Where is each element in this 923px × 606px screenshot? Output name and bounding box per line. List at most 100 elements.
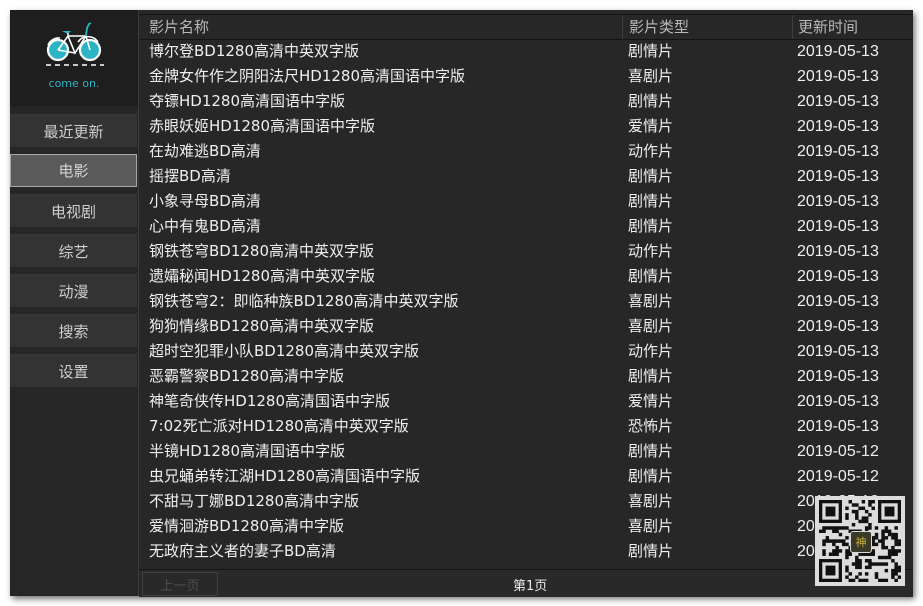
logo: come on. <box>10 10 138 106</box>
cell-name: 在劫难逃BD高清 <box>149 142 261 160</box>
table-row[interactable]: 虫兄蛹弟转江湖HD1280高清国语中字版 剧情片 2019-05-12 <box>139 464 913 489</box>
cell-type: 动作片 <box>628 242 674 260</box>
table-row[interactable]: 神笔奇侠传HD1280高清国语中字版 爱情片 2019-05-13 <box>139 389 913 414</box>
table-row[interactable]: 7:02死亡派对HD1280高清中英双字版 恐怖片 2019-05-13 <box>139 414 913 439</box>
page-indicator: 第1页 <box>513 579 548 594</box>
cell-type: 喜剧片 <box>628 492 674 510</box>
table-body: 博尔登BD1280高清中英双字版 剧情片 2019-05-13 金牌女仵作之阴阳法尺H… <box>139 39 913 564</box>
cell-name: 小象寻母BD高清 <box>149 192 261 210</box>
table-row[interactable]: 博尔登BD1280高清中英双字版 剧情片 2019-05-13 <box>139 39 913 64</box>
pager: 上一页 第1页 <box>139 569 913 597</box>
cell-date: 2019-05-13 <box>797 218 879 235</box>
table-row[interactable]: 小象寻母BD高清 剧情片 2019-05-13 <box>139 189 913 214</box>
table-header: 影片名称 影片类型 更新时间 <box>139 14 913 40</box>
cell-name: 钢铁苍穹2：即临种族BD1280高清中英双字版 <box>149 292 459 310</box>
table-row[interactable]: 恶霸警察BD1280高清中字版 剧情片 2019-05-13 <box>139 364 913 389</box>
table-row[interactable]: 赤眼妖姬HD1280高清国语中字版 爱情片 2019-05-13 <box>139 114 913 139</box>
qr-code-overlay: 神 <box>815 496 905 586</box>
table-row[interactable]: 超时空犯罪小队BD1280高清中英双字版 动作片 2019-05-13 <box>139 339 913 364</box>
cell-date: 2019-05-13 <box>797 168 879 185</box>
cell-date: 2019-05-12 <box>797 443 879 460</box>
cell-type: 喜剧片 <box>628 317 674 335</box>
cell-date: 2019-05-13 <box>797 193 879 210</box>
cell-type: 动作片 <box>628 342 674 360</box>
cell-name: 摇摆BD高清 <box>149 167 231 185</box>
cell-name: 钢铁苍穹BD1280高清中英双字版 <box>149 242 375 260</box>
cell-date: 2019-05-13 <box>797 393 879 410</box>
cell-name: 半镜HD1280高清国语中字版 <box>149 442 346 460</box>
table-row[interactable]: 无政府主义者的妻子BD高清剧情片2019-05-12 <box>139 539 913 564</box>
cell-date: 2019-05-13 <box>797 93 879 110</box>
cell-type: 爱情片 <box>628 392 674 410</box>
cell-name: 无政府主义者的妻子BD高清 <box>149 542 336 560</box>
sidebar-item-variety[interactable]: 综艺 <box>10 234 137 267</box>
table-row[interactable]: 半镜HD1280高清国语中字版 剧情片 2019-05-12 <box>139 439 913 464</box>
cell-date: 2019-05-12 <box>797 468 879 485</box>
cell-type: 剧情片 <box>628 542 674 560</box>
table-row[interactable]: 金牌女仵作之阴阳法尺HD1280高清国语中字版 喜剧片 2019-05-13 <box>139 64 913 89</box>
table-row[interactable]: 不甜马丁娜BD1280高清中字版喜剧片2019-05-12 <box>139 489 913 514</box>
table-row[interactable]: 爱情洄游BD1280高清中字版喜剧片2019-05-12 <box>139 514 913 539</box>
prev-page-button[interactable]: 上一页 <box>142 572 218 596</box>
cell-name: 狗狗情缘BD1280高清中英双字版 <box>149 317 375 335</box>
cell-name: 神笔奇侠传HD1280高清国语中字版 <box>149 392 391 410</box>
table-row[interactable]: 遗孀秘闻HD1280高清中英双字版 剧情片 2019-05-13 <box>139 264 913 289</box>
sidebar-item-recent[interactable]: 最近更新 <box>10 114 137 147</box>
cell-type: 爱情片 <box>628 117 674 135</box>
movie-table: 影片名称 影片类型 更新时间 博尔登BD1280高清中英双字版 剧情片 2019-0… <box>138 10 913 597</box>
table-row[interactable]: 在劫难逃BD高清 动作片 2019-05-13 <box>139 139 913 164</box>
cell-type: 剧情片 <box>628 167 674 185</box>
table-row[interactable]: 夺镖HD1280高清国语中字版 剧情片 2019-05-13 <box>139 89 913 114</box>
cell-date: 2019-05-13 <box>797 418 879 435</box>
cell-date: 2019-05-13 <box>797 143 879 160</box>
cell-type: 剧情片 <box>628 442 674 460</box>
qr-center-logo: 神 <box>850 531 872 553</box>
cell-type: 喜剧片 <box>628 292 674 310</box>
table-row[interactable]: 钢铁苍穹BD1280高清中英双字版 动作片 2019-05-13 <box>139 239 913 264</box>
cell-name: 夺镖HD1280高清国语中字版 <box>149 92 346 110</box>
table-row[interactable]: 心中有鬼BD高清 剧情片 2019-05-13 <box>139 214 913 239</box>
cell-type: 恐怖片 <box>628 417 674 435</box>
cell-date: 2019-05-13 <box>797 293 879 310</box>
sidebar-item-search[interactable]: 搜索 <box>10 314 137 347</box>
cell-date: 2019-05-13 <box>797 68 879 85</box>
sidebar-item-anime[interactable]: 动漫 <box>10 274 137 307</box>
cell-type: 喜剧片 <box>628 517 674 535</box>
cell-date: 2019-05-13 <box>797 43 879 60</box>
cell-name: 7:02死亡派对HD1280高清中英双字版 <box>149 417 409 435</box>
cell-name: 心中有鬼BD高清 <box>149 217 261 235</box>
cell-date: 2019-05-13 <box>797 318 879 335</box>
sidebar-nav: 最近更新 电影 电视剧 综艺 动漫 搜索 设置 <box>10 114 138 394</box>
sidebar: come on. 最近更新 电影 电视剧 综艺 动漫 搜索 设置 <box>10 10 138 596</box>
cell-name: 恶霸警察BD1280高清中字版 <box>149 367 345 385</box>
cell-name: 遗孀秘闻HD1280高清中英双字版 <box>149 267 376 285</box>
sidebar-item-movies[interactable]: 电影 <box>10 154 137 187</box>
cell-name: 金牌女仵作之阴阳法尺HD1280高清国语中字版 <box>149 67 466 85</box>
cell-type: 剧情片 <box>628 42 674 60</box>
cell-type: 剧情片 <box>628 467 674 485</box>
cell-date: 2019-05-13 <box>797 368 879 385</box>
table-row[interactable]: 摇摆BD高清 剧情片 2019-05-13 <box>139 164 913 189</box>
cell-date: 2019-05-13 <box>797 268 879 285</box>
column-header-type[interactable]: 影片类型 <box>622 15 689 39</box>
cell-name: 超时空犯罪小队BD1280高清中英双字版 <box>149 342 420 360</box>
sidebar-item-settings[interactable]: 设置 <box>10 354 137 387</box>
table-row[interactable]: 狗狗情缘BD1280高清中英双字版 喜剧片 2019-05-13 <box>139 314 913 339</box>
cell-date: 2019-05-13 <box>797 343 879 360</box>
cell-type: 剧情片 <box>628 267 674 285</box>
cell-date: 2019-05-13 <box>797 243 879 260</box>
cell-name: 不甜马丁娜BD1280高清中字版 <box>149 492 360 510</box>
cell-name: 博尔登BD1280高清中英双字版 <box>149 42 360 60</box>
bicycle-icon <box>46 22 104 66</box>
cell-name: 爱情洄游BD1280高清中字版 <box>149 517 345 535</box>
sidebar-item-tv-series[interactable]: 电视剧 <box>10 194 137 227</box>
app-window: come on. 最近更新 电影 电视剧 综艺 动漫 搜索 设置 影片名称 影片… <box>10 10 913 597</box>
logo-tagline: come on. <box>48 77 100 90</box>
column-header-name[interactable]: 影片名称 <box>149 15 209 39</box>
column-header-date[interactable]: 更新时间 <box>792 15 858 39</box>
cell-type: 剧情片 <box>628 367 674 385</box>
cell-type: 剧情片 <box>628 92 674 110</box>
cell-type: 喜剧片 <box>628 67 674 85</box>
cell-date: 2019-05-13 <box>797 118 879 135</box>
table-row[interactable]: 钢铁苍穹2：即临种族BD1280高清中英双字版 喜剧片 2019-05-13 <box>139 289 913 314</box>
